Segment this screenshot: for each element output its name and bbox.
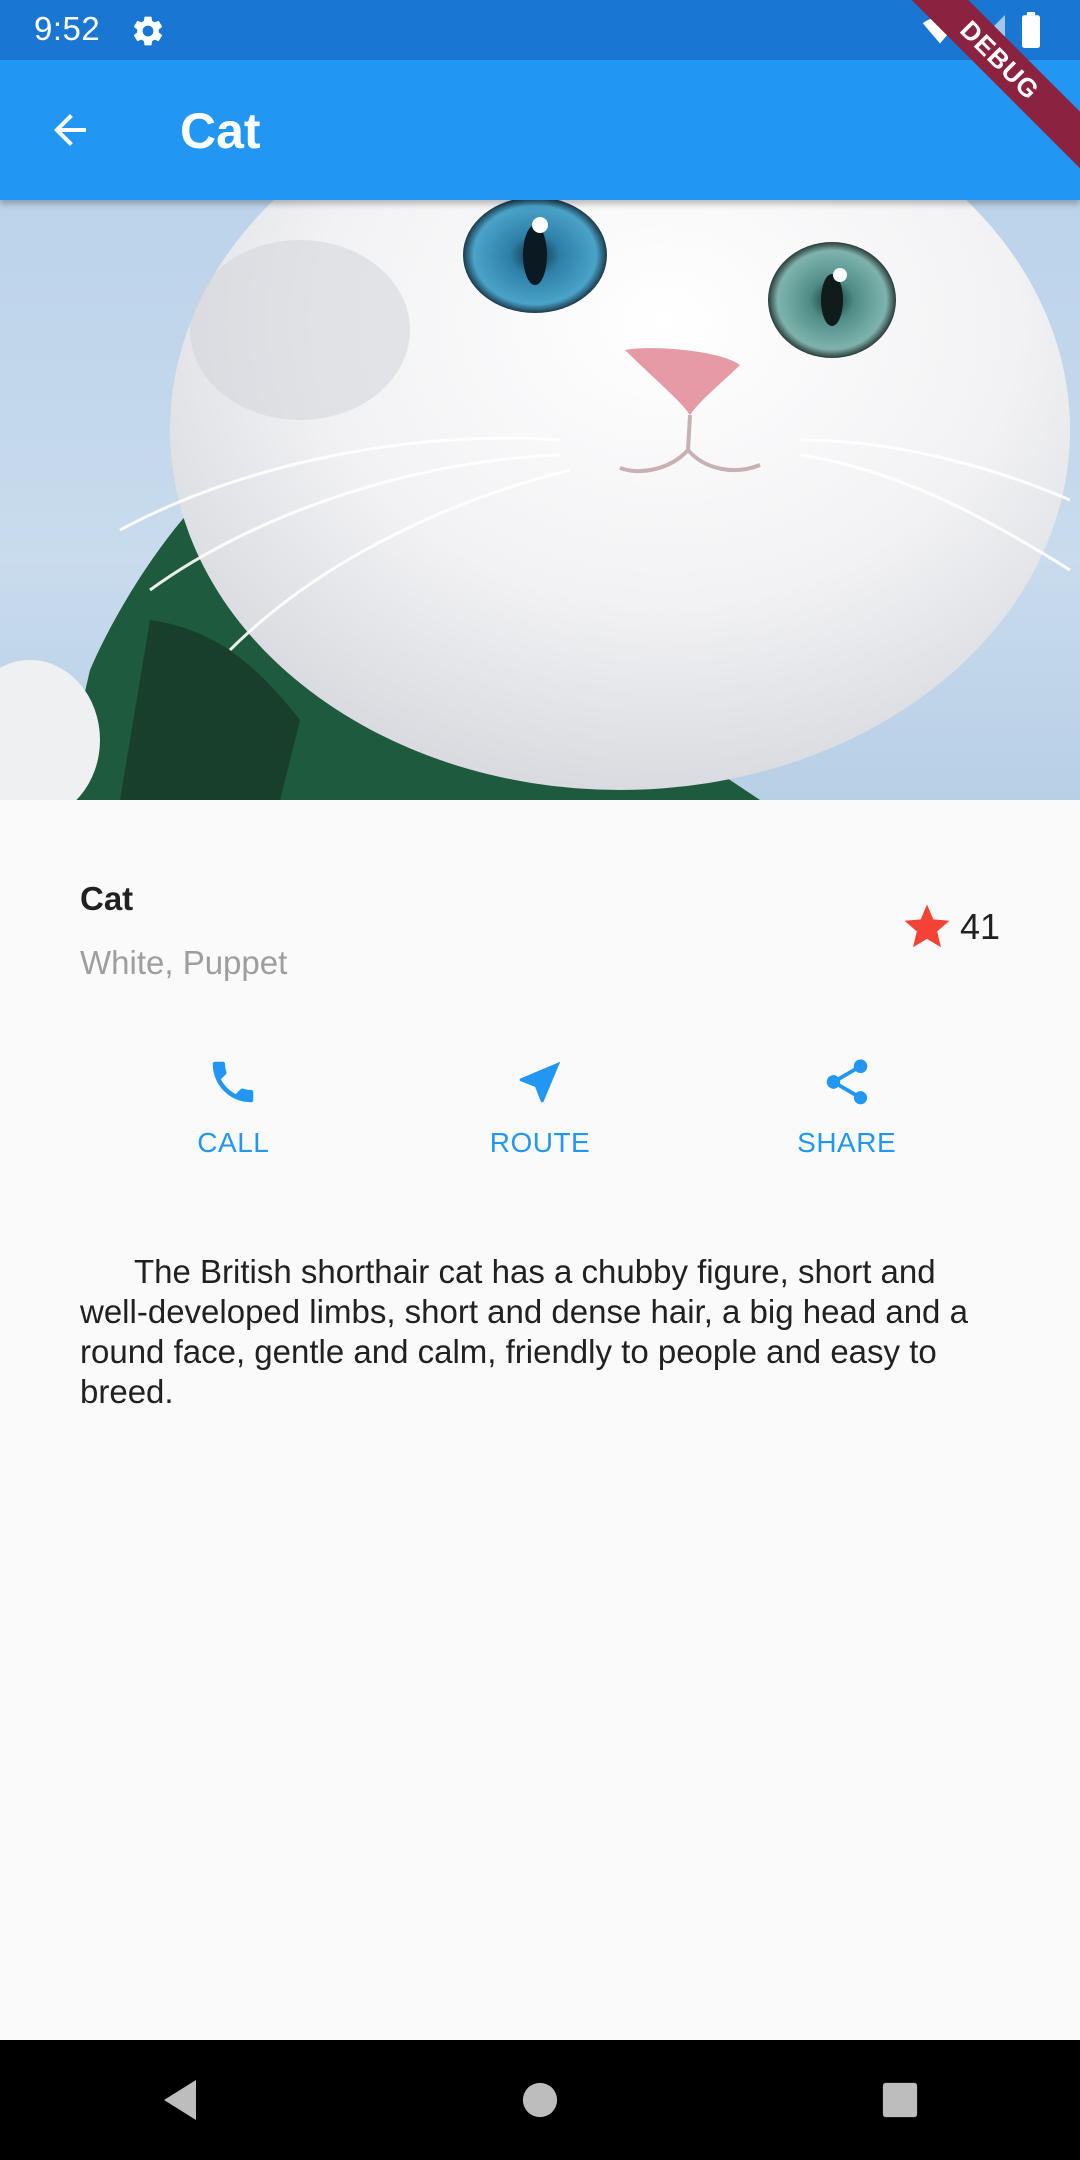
gear-icon — [133, 16, 163, 46]
star-icon — [904, 904, 950, 948]
nav-back-button[interactable] — [120, 2040, 240, 2160]
rating-count: 41 — [959, 906, 1000, 947]
app-bar: Cat — [0, 60, 1080, 200]
route-button[interactable]: ROUTE — [440, 1055, 640, 1159]
system-nav-bar — [0, 2040, 1080, 2160]
cat-photo — [0, 200, 1071, 800]
rating: 41 — [900, 900, 1000, 954]
recents-square-icon — [882, 2082, 918, 2118]
route-label: ROUTE — [489, 1127, 591, 1158]
status-bar: 9:52 — [0, 0, 1080, 60]
page-title: Cat — [180, 103, 261, 159]
phone-icon — [213, 1061, 254, 1103]
arrow-back-icon — [54, 114, 86, 146]
back-triangle-icon — [164, 2080, 196, 2120]
call-button[interactable]: CALL — [133, 1055, 333, 1159]
share-button[interactable]: SHARE — [747, 1055, 947, 1159]
home-circle-icon — [522, 2082, 558, 2118]
status-time: 9:52 — [34, 10, 101, 47]
title-section: Cat White, Puppet — [80, 880, 1000, 982]
hero-image — [0, 200, 1080, 800]
call-label: CALL — [197, 1127, 270, 1158]
share-label: SHARE — [797, 1127, 897, 1158]
back-button[interactable] — [30, 100, 110, 160]
action-buttons: CALL ROUTE SHARE — [80, 1055, 1000, 1159]
battery-icon — [1022, 12, 1040, 48]
nav-recents-button[interactable] — [840, 2040, 960, 2160]
nav-home-button[interactable] — [480, 2040, 600, 2160]
navigation-icon — [519, 1061, 561, 1103]
share-icon — [826, 1059, 867, 1105]
item-subtitle: White, Puppet — [80, 944, 288, 981]
description-text: The British shorthair cat has a chubby f… — [80, 1253, 968, 1410]
item-name: Cat — [80, 880, 134, 917]
